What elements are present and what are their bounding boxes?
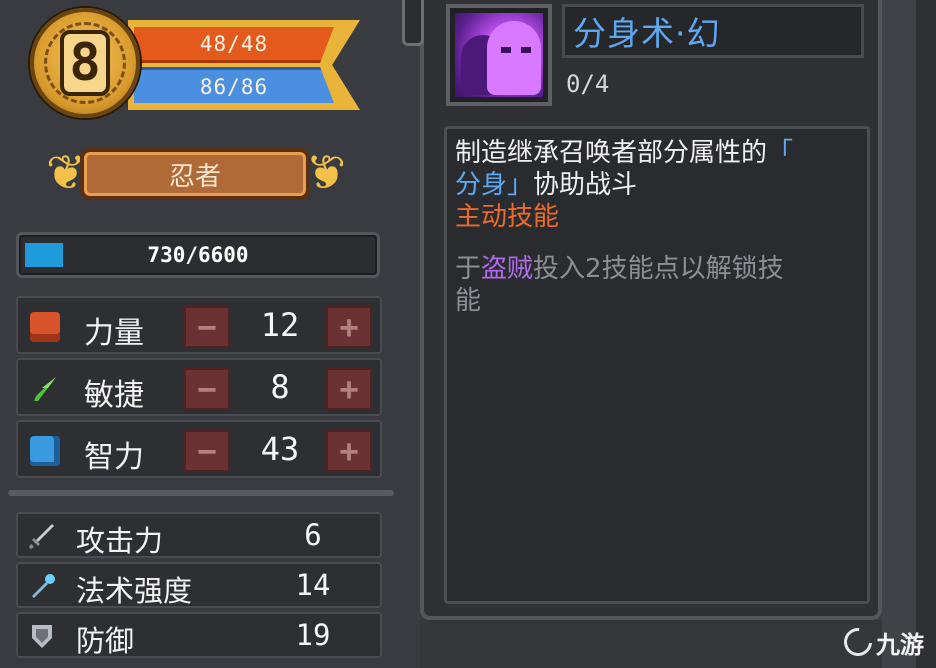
- agility-minus-button[interactable]: −: [184, 368, 230, 410]
- attr-value: 8: [270, 368, 290, 406]
- attr-value: 43: [260, 430, 300, 468]
- strength-plus-button[interactable]: +: [326, 306, 372, 348]
- stat-row-attack: 攻击力 6: [16, 512, 382, 558]
- agility-plus-button[interactable]: +: [326, 368, 372, 410]
- description-highlight: 「: [767, 138, 794, 168]
- stat-label: 防御: [76, 624, 135, 658]
- right-edge-inner: [916, 0, 936, 668]
- laurel-right-icon: ❦: [305, 145, 347, 201]
- wand-icon: [28, 572, 56, 600]
- skill-title: 分身术·幻: [573, 14, 721, 53]
- skill-level: 0/4: [566, 70, 610, 98]
- stat-row-defense: 防御 19: [16, 612, 382, 658]
- shield-icon: [28, 622, 56, 650]
- attr-value: 12: [260, 306, 300, 344]
- book-icon: [30, 436, 60, 466]
- stat-value: 6: [304, 518, 322, 552]
- level-badge: 8: [30, 8, 140, 118]
- attr-label: 智力: [84, 440, 144, 475]
- description-text: 制造继承召唤者部分属性的: [455, 138, 768, 168]
- class-plaque: 忍者: [80, 148, 310, 200]
- watermark-logo-icon: [838, 622, 878, 662]
- stat-value: 19: [295, 618, 331, 652]
- attr-row-strength: 力量 − 12 +: [16, 296, 382, 354]
- intelligence-minus-button[interactable]: −: [184, 430, 230, 472]
- unlock-line: 于盗贼投入2技能点以解锁技: [455, 253, 859, 285]
- panel-bottom: [420, 620, 882, 668]
- watermark-text: 九游: [876, 630, 924, 659]
- description-line: 制造继承召唤者部分属性的「: [455, 137, 859, 169]
- xp-bar: 730/6600: [16, 232, 380, 278]
- sword-icon: [28, 522, 56, 550]
- unlock-class: 盗贼: [481, 254, 534, 284]
- hp-bar: 48/48: [134, 27, 334, 63]
- strength-minus-button[interactable]: −: [184, 306, 230, 348]
- watermark: 九游: [838, 622, 924, 662]
- xp-text: 730/6600: [147, 243, 249, 267]
- hp-text: 48/48: [199, 31, 269, 56]
- description-text: 协助战斗: [533, 170, 638, 200]
- level-number: 8: [60, 30, 110, 96]
- stat-label: 法术强度: [76, 574, 193, 608]
- skill-description-box: 制造继承召唤者部分属性的「 分身」协助战斗 主动技能 于盗贼投入2技能点以解锁技…: [444, 126, 870, 604]
- skill-title-box: 分身术·幻: [562, 4, 864, 58]
- divider: [8, 490, 394, 496]
- skill-type: 主动技能: [455, 202, 560, 232]
- mp-bar: 86/86: [134, 67, 334, 103]
- attr-row-agility: 敏捷 − 8 +: [16, 358, 382, 416]
- intelligence-plus-button[interactable]: +: [326, 430, 372, 472]
- mp-text: 86/86: [199, 74, 269, 99]
- stat-row-spell-power: 法术强度 14: [16, 562, 382, 608]
- fist-icon: [30, 312, 60, 342]
- attr-label: 力量: [84, 316, 144, 351]
- scroll-tab[interactable]: [402, 0, 424, 46]
- unlock-text: 于: [455, 254, 482, 284]
- stat-value: 14: [295, 568, 331, 602]
- attr-row-intelligence: 智力 − 43 +: [16, 420, 382, 478]
- description-line: 分身」协助战斗: [455, 169, 859, 201]
- feather-icon: [30, 374, 60, 404]
- stat-label: 攻击力: [76, 524, 164, 558]
- skill-icon-frame: [446, 4, 552, 106]
- description-highlight: 分身」: [455, 170, 534, 200]
- unlock-line: 能: [455, 286, 482, 316]
- unlock-text: 投入2技能点以解锁技: [533, 254, 784, 284]
- shadow-clone-icon: [455, 13, 543, 97]
- attr-label: 敏捷: [84, 378, 144, 413]
- class-name: 忍者: [168, 161, 221, 192]
